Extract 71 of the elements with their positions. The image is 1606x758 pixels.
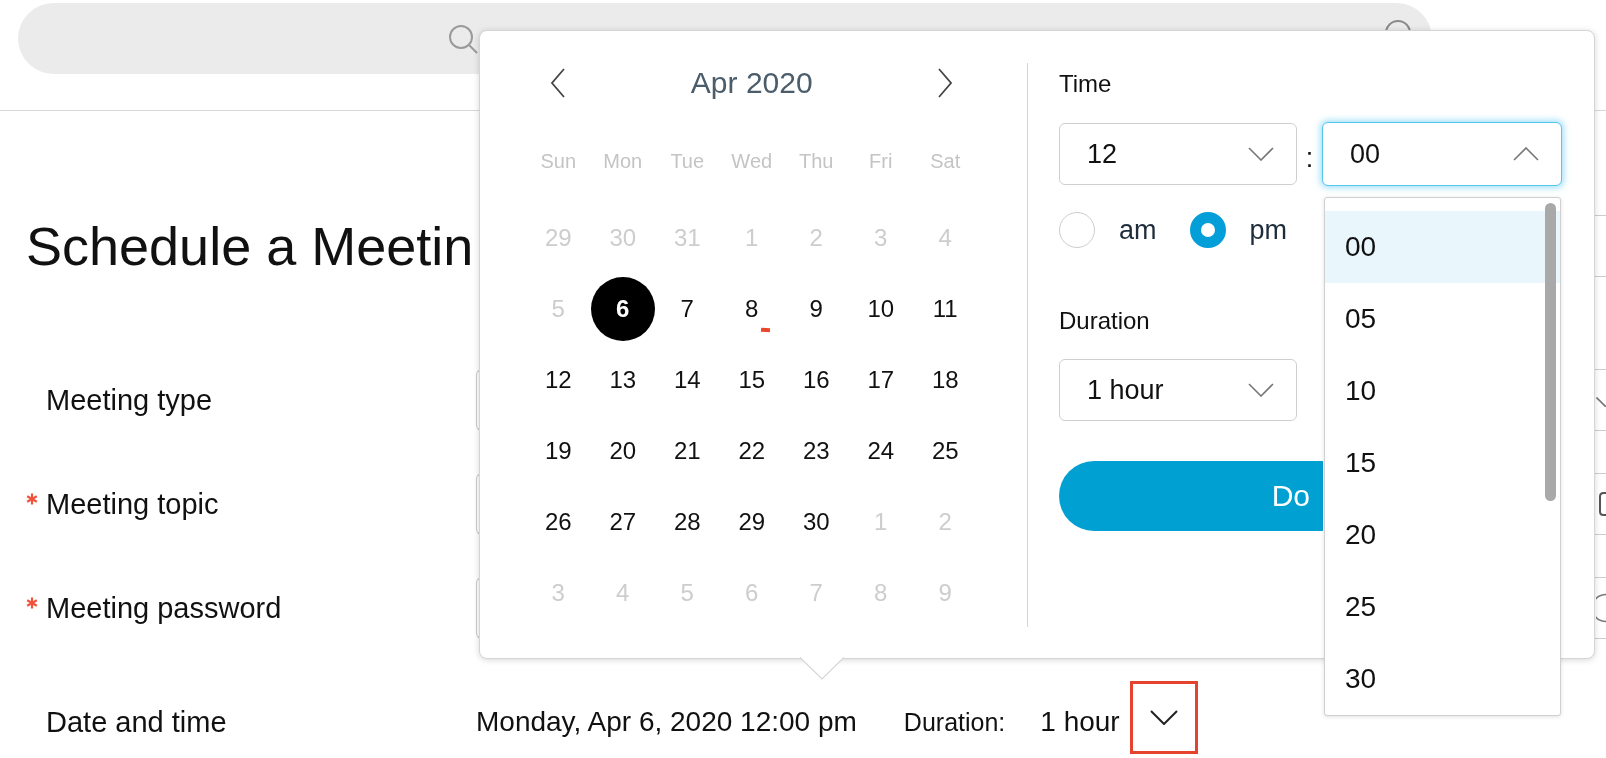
dropdown-option[interactable]: 20	[1325, 499, 1560, 571]
bracket-icon	[1599, 492, 1606, 516]
day-button[interactable]: 12	[526, 347, 591, 412]
expand-button[interactable]	[1129, 681, 1198, 754]
day-button[interactable]: 20	[590, 418, 655, 483]
duration-label: Duration:	[903, 707, 1006, 737]
radio-label: am	[1119, 214, 1157, 246]
hour-select[interactable]: 12	[1059, 123, 1297, 185]
radio-label: pm	[1249, 214, 1288, 246]
dropdown-option[interactable]: 25	[1325, 571, 1560, 643]
time-separator: :	[1304, 142, 1315, 174]
minute-select[interactable]: 00	[1322, 122, 1562, 186]
dropdown-option[interactable]: 00	[1325, 211, 1560, 283]
field-label: Meeting type	[46, 383, 214, 417]
chevron-down-icon	[1149, 710, 1178, 725]
dropdown-option[interactable]: 10	[1325, 355, 1560, 427]
day-button[interactable]: 11	[913, 276, 978, 341]
weekday-label: Thu	[799, 149, 834, 173]
day-button[interactable]: 21	[655, 418, 720, 483]
page-title: Schedule a Meetin	[26, 215, 474, 277]
diagonal-line-icon	[1596, 397, 1606, 407]
chevron-left-icon[interactable]	[550, 68, 567, 98]
field-label: Date and time	[46, 705, 228, 739]
scrollbar-thumb[interactable]	[1545, 203, 1556, 501]
day-button[interactable]: 14	[655, 347, 720, 412]
day-button[interactable]: 19	[526, 418, 591, 483]
day-button[interactable]: 23	[784, 418, 849, 483]
dropdown-option[interactable]: 05	[1325, 283, 1560, 355]
time-label: Time	[1059, 70, 1112, 98]
day-button[interactable]: 24	[848, 418, 913, 483]
dropdown-option[interactable]: 15	[1325, 427, 1560, 499]
day-button[interactable]: 22	[719, 418, 784, 483]
day-button[interactable]: 27	[590, 489, 655, 554]
field-label: Meeting topic	[46, 487, 220, 521]
month-title: Apr 2020	[689, 66, 814, 100]
arc-icon[interactable]	[1384, 19, 1412, 30]
weekday-label: Sat	[930, 149, 961, 173]
weekday-label: Wed	[731, 149, 773, 173]
day-button[interactable]: 28	[655, 489, 720, 554]
weekday-label: Sun	[540, 149, 577, 173]
day-button[interactable]: 9	[784, 276, 849, 341]
day-button[interactable]: 29	[719, 489, 784, 554]
chevron-down-icon	[1248, 147, 1274, 161]
duration-select[interactable]: 1 hour	[1059, 359, 1297, 421]
dropdown-option[interactable]: 30	[1325, 643, 1560, 715]
duration-value: 1 hour	[1040, 706, 1120, 738]
weekday-label: Tue	[670, 149, 705, 173]
day-button[interactable]: 8	[719, 276, 784, 341]
day-button[interactable]: 10	[848, 276, 913, 341]
day-button[interactable]: 26	[526, 489, 591, 554]
day-button[interactable]: 7	[655, 276, 720, 341]
day-button[interactable]: 15	[719, 347, 784, 412]
arc-icon	[1596, 593, 1606, 623]
day-button[interactable]: 16	[784, 347, 849, 412]
search-icon	[448, 23, 478, 54]
day-button[interactable]: 18	[913, 347, 978, 412]
chevron-up-icon	[1513, 147, 1539, 161]
duration-label: Duration	[1059, 307, 1150, 335]
weekday-label: Mon	[603, 149, 643, 173]
day-button[interactable]: 25	[913, 418, 978, 483]
date-time-value: Monday, Apr 6, 2020 12:00 pm	[476, 706, 857, 738]
field-label: Meeting password	[46, 591, 283, 625]
radio-button[interactable]	[1059, 212, 1095, 248]
day-button[interactable]: 6	[590, 276, 655, 341]
chevron-down-icon	[1248, 383, 1274, 397]
radio-button[interactable]	[1189, 212, 1226, 248]
day-button[interactable]: 30	[784, 489, 849, 554]
day-button[interactable]: 17	[848, 347, 913, 412]
chevron-right-icon[interactable]	[937, 68, 954, 98]
weekday-label: Fri	[869, 149, 893, 173]
day-button[interactable]: 13	[590, 347, 655, 412]
